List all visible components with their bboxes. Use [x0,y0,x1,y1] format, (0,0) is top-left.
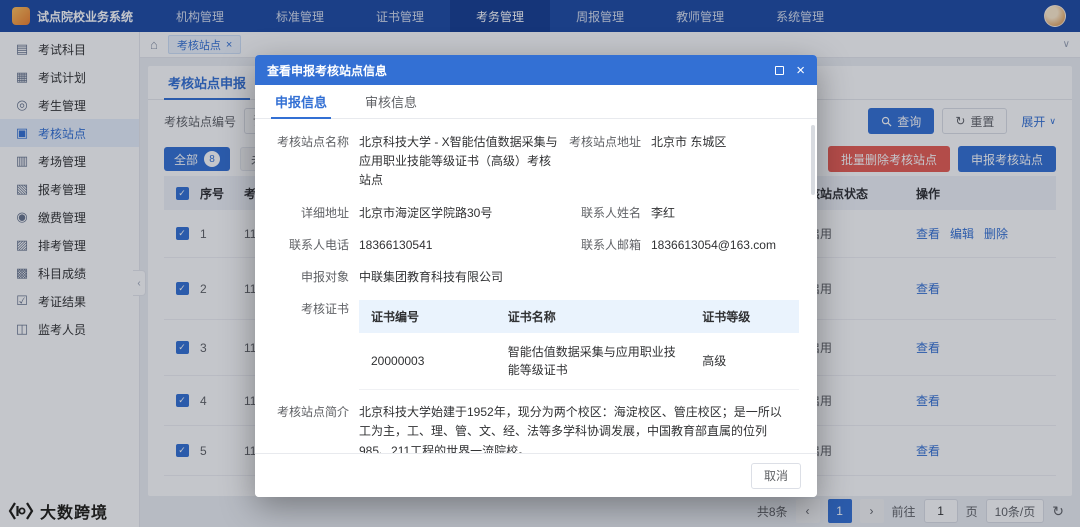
contact-email-value: 1836613054@163.com [651,237,776,252]
view-site-modal: 查看申报考核站点信息 × 申报信息 审核信息 考核站点名称 北京科技大学 - X… [255,55,817,497]
modal-footer: 取消 [255,453,817,497]
screen: 试点院校业务系统 机构管理 标准管理 证书管理 考务管理 周报管理 教师管理 系… [0,0,1080,527]
modal-close-icon[interactable]: × [796,63,805,78]
watermark-brand: 大数跨境 [40,505,109,522]
declare-target-label: 申报对象 [300,269,349,284]
cert-table: 证书编号 证书名称 证书等级 20000003 智能估值数据采集与应用职业技能等… [359,300,799,391]
cert-no: 20000003 [359,333,496,391]
contact-phone-label: 联系人电话 [288,237,349,252]
site-intro-value: 北京科技大学始建于1952年，现分为两个校区：海淀校区、管庄校区；是一所以工为主… [359,405,782,453]
contact-name-label: 联系人姓名 [580,205,641,220]
watermark-logo-icon [8,502,34,520]
fullscreen-icon[interactable] [775,65,785,75]
assessment-cert-label: 考核证书 [300,302,349,317]
site-name-label: 考核站点名称 [276,135,349,149]
cert-level: 高级 [690,333,799,391]
declare-target-value: 中联集团教育科技有限公司 [359,269,504,284]
modal-tabs: 申报信息 审核信息 [255,85,817,119]
modal-header: 查看申报考核站点信息 × [255,55,817,85]
contact-name-value: 李红 [651,205,676,220]
cert-name: 智能估值数据采集与应用职业技能等级证书 [495,333,691,391]
tab-declaration-info[interactable]: 申报信息 [271,85,332,119]
modal-title: 查看申报考核站点信息 [267,63,388,78]
tab-audit-info[interactable]: 审核信息 [361,85,421,118]
modal-body: 考核站点名称 北京科技大学 - X智能估值数据采集与应用职业技能等级证书（高级）… [255,119,817,453]
site-intro-label: 考核站点简介 [276,405,349,420]
cert-header-level: 证书等级 [690,300,799,334]
site-addr-value: 北京市 东城区 [651,135,727,149]
modal-scrollbar[interactable] [811,125,815,195]
site-name-value: 北京科技大学 - X智能估值数据采集与应用职业技能等级证书（高级）考核站点 [359,135,558,188]
contact-email-label: 联系人邮箱 [580,237,641,252]
watermark: 大数跨境 [8,499,108,523]
detail-addr-label: 详细地址 [300,205,349,220]
contact-phone-value: 18366130541 [359,237,433,252]
cert-header-name: 证书名称 [495,300,691,334]
cert-header-no: 证书编号 [359,300,496,334]
site-addr-label: 考核站点地址 [568,135,641,149]
cancel-button[interactable]: 取消 [750,462,801,489]
detail-addr-value: 北京市海淀区学院路30号 [359,205,493,220]
cert-row: 20000003 智能估值数据采集与应用职业技能等级证书 高级 [359,333,799,391]
